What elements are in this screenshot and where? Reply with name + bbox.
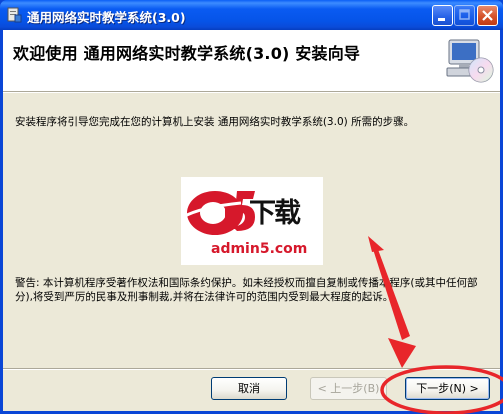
header-divider	[3, 92, 500, 93]
title-bar[interactable]: 通用网络实时教学系统(3.0)	[0, 0, 503, 30]
next-button[interactable]: 下一步(N) >	[405, 377, 490, 400]
window-title: 通用网络实时教学系统(3.0)	[27, 10, 186, 25]
installer-window: 通用网络实时教学系统(3.0) 欢迎使用 通用网络实时教学系统(3.0) 安装向…	[0, 0, 503, 414]
button-separator-highlight	[3, 369, 500, 370]
cancel-button[interactable]: 取消	[211, 377, 287, 400]
copyright-warning: 警告: 本计算机程序受著作权法和国际条约保护。如未经授权而擅自复制或传播本程序(…	[15, 277, 478, 303]
minimize-button[interactable]	[432, 5, 453, 26]
back-button[interactable]: < 上一步(B)	[310, 377, 387, 400]
dialog-body: 欢迎使用 通用网络实时教学系统(3.0) 安装向导 安装程序将引导您完成在您的计…	[3, 30, 500, 411]
wizard-description: 安装程序将引导您完成在您的计算机上安装 通用网络实时教学系统(3.0) 所需的步…	[15, 116, 415, 128]
close-icon	[482, 10, 493, 21]
a5-watermark-logo: 下载 admin5.com	[181, 177, 323, 265]
watermark-url: admin5.com	[211, 241, 308, 257]
maximize-button[interactable]	[454, 5, 475, 26]
close-button[interactable]	[477, 5, 498, 26]
maximize-icon	[459, 9, 470, 20]
computer-cd-icon	[443, 36, 495, 88]
wizard-title: 欢迎使用 通用网络实时教学系统(3.0) 安装向导	[13, 44, 361, 63]
watermark-text: 下载	[249, 198, 301, 229]
wizard-header: 欢迎使用 通用网络实时教学系统(3.0) 安装向导	[3, 30, 500, 92]
installer-app-icon	[6, 7, 22, 23]
minimize-icon	[438, 18, 445, 21]
